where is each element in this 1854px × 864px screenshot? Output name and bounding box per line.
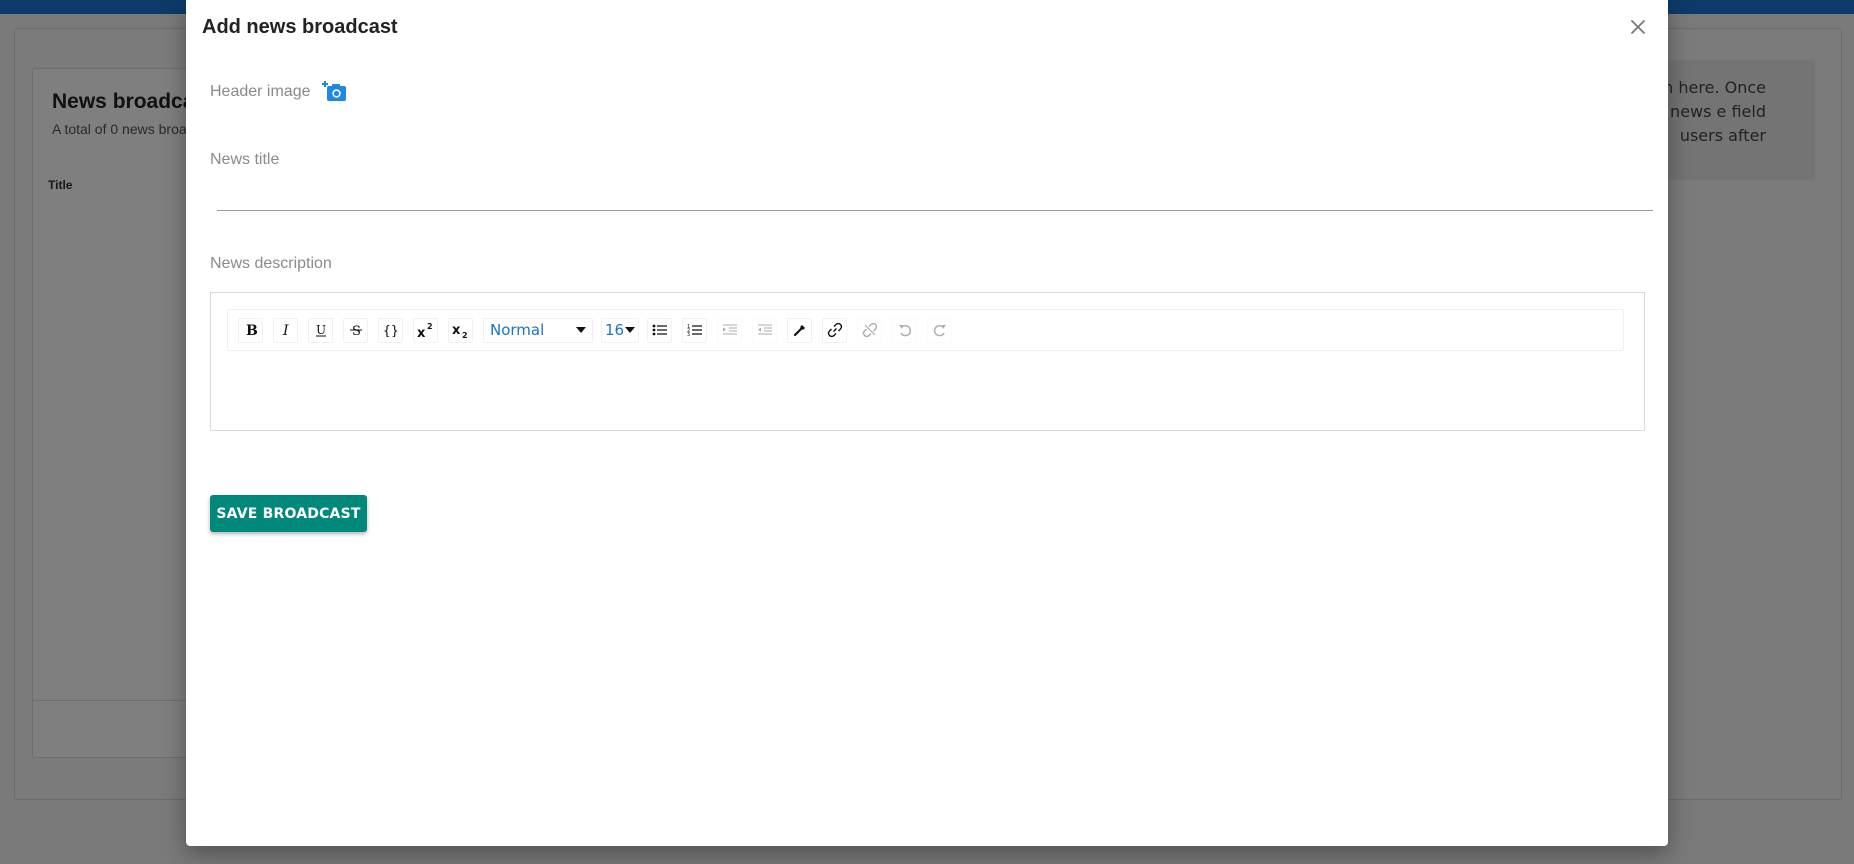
outdent-icon[interactable] bbox=[752, 317, 777, 343]
dialog-title: Add news broadcast bbox=[202, 16, 398, 38]
link-icon[interactable] bbox=[822, 317, 847, 343]
svg-text:x: x bbox=[452, 323, 461, 338]
news-title-input[interactable] bbox=[217, 178, 1653, 211]
color-picker-icon[interactable] bbox=[787, 317, 812, 343]
save-broadcast-button[interactable]: SAVE BROADCAST bbox=[210, 495, 367, 532]
indent-icon[interactable] bbox=[717, 317, 742, 343]
rich-text-editor: B I U S {} x2 x2 Normal 16 1 2 3 bbox=[210, 292, 1645, 431]
strikethrough-icon[interactable]: S bbox=[343, 317, 368, 343]
close-icon[interactable] bbox=[1626, 15, 1650, 39]
svg-text:B: B bbox=[246, 323, 258, 337]
underline-icon[interactable]: U bbox=[308, 317, 333, 343]
block-type-dropdown[interactable]: Normal bbox=[483, 317, 593, 343]
subscript-icon[interactable]: x2 bbox=[448, 317, 473, 343]
header-image-label: Header image bbox=[210, 83, 311, 100]
chevron-down-icon bbox=[625, 327, 635, 333]
news-title-label: News title bbox=[210, 151, 280, 168]
svg-text:x: x bbox=[417, 326, 426, 338]
add-news-dialog: Add news broadcast Header image News tit… bbox=[186, 0, 1668, 846]
font-size-dropdown[interactable]: 16 bbox=[601, 317, 639, 343]
font-size-value: 16 bbox=[605, 321, 625, 339]
news-description-label: News description bbox=[210, 255, 332, 272]
unordered-list-icon[interactable] bbox=[647, 317, 672, 343]
svg-text:2: 2 bbox=[462, 331, 468, 338]
svg-text:{}: {} bbox=[383, 324, 399, 337]
unlink-icon[interactable] bbox=[857, 317, 882, 343]
bold-icon[interactable]: B bbox=[238, 317, 263, 343]
chevron-down-icon bbox=[576, 327, 586, 333]
redo-icon[interactable] bbox=[927, 317, 952, 343]
superscript-icon[interactable]: x2 bbox=[413, 317, 438, 343]
undo-icon[interactable] bbox=[892, 317, 917, 343]
svg-text:U: U bbox=[316, 323, 326, 337]
editor-toolbar: B I U S {} x2 x2 Normal 16 1 2 3 bbox=[227, 309, 1624, 351]
code-icon[interactable]: {} bbox=[378, 317, 403, 343]
svg-text:I: I bbox=[282, 323, 289, 337]
ordered-list-icon[interactable]: 123 bbox=[682, 317, 707, 343]
add-photo-icon[interactable] bbox=[322, 80, 348, 104]
svg-text:2: 2 bbox=[427, 322, 433, 331]
svg-text:3: 3 bbox=[687, 332, 690, 337]
block-type-value: Normal bbox=[490, 321, 545, 339]
news-description-editor[interactable] bbox=[227, 357, 1624, 417]
italic-icon[interactable]: I bbox=[273, 317, 298, 343]
